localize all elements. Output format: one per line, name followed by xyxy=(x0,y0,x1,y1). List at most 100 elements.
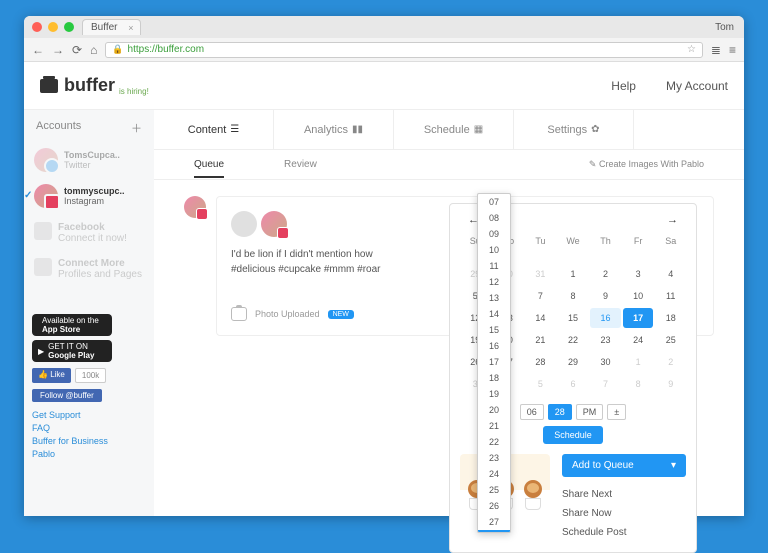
minute-option[interactable]: 11 xyxy=(478,258,510,274)
sidebar-account-twitter[interactable]: TomsCupca..Twitter xyxy=(32,144,146,176)
cal-day[interactable]: 1 xyxy=(623,352,654,372)
close-tab-icon[interactable]: × xyxy=(128,23,133,33)
tab-content[interactable]: Content☰ xyxy=(154,110,274,149)
cal-day[interactable]: 21 xyxy=(525,330,556,350)
ampm-select[interactable]: PM xyxy=(576,404,604,420)
window-minimize-icon[interactable] xyxy=(48,22,58,32)
cal-day[interactable] xyxy=(623,252,654,262)
cal-day[interactable]: 3 xyxy=(623,264,654,284)
minute-option[interactable]: 07 xyxy=(478,194,510,210)
minute-option[interactable]: 14 xyxy=(478,306,510,322)
home-icon[interactable]: ⌂ xyxy=(90,43,97,57)
minute-option[interactable]: 12 xyxy=(478,274,510,290)
minute-option[interactable]: 15 xyxy=(478,322,510,338)
cal-day[interactable]: 18 xyxy=(655,308,686,328)
minute-option[interactable]: 21 xyxy=(478,418,510,434)
minute-option[interactable]: 17 xyxy=(478,354,510,370)
cal-day[interactable]: 23 xyxy=(590,330,621,350)
cal-day[interactable]: 15 xyxy=(558,308,589,328)
cal-day[interactable]: 6 xyxy=(558,374,589,394)
cal-day[interactable]: 28 xyxy=(525,352,556,372)
cal-day[interactable]: 22 xyxy=(558,330,589,350)
minute-option[interactable]: 20 xyxy=(478,402,510,418)
googleplay-badge[interactable]: ▶GET IT ONGoogle Play xyxy=(32,340,112,362)
connect-facebook[interactable]: FacebookConnect it now! xyxy=(32,218,146,248)
link-business[interactable]: Buffer for Business xyxy=(32,436,146,446)
cal-day[interactable]: 10 xyxy=(623,286,654,306)
minute-option[interactable]: 08 xyxy=(478,210,510,226)
minute-option[interactable]: 27 xyxy=(478,514,510,530)
share-next-option[interactable]: Share Next xyxy=(562,485,686,504)
address-input[interactable]: 🔒 https://buffer.com ☆ xyxy=(105,42,703,58)
cal-day[interactable]: 2 xyxy=(655,352,686,372)
schedule-post-option[interactable]: Schedule Post xyxy=(562,523,686,542)
minute-option[interactable]: 23 xyxy=(478,450,510,466)
tz-select[interactable]: ± xyxy=(607,404,626,420)
link-pablo[interactable]: Pablo xyxy=(32,449,146,459)
bookmark-icon[interactable]: ☆ xyxy=(687,44,696,55)
compose-text[interactable]: I'd be lion if I didn't mention how #del… xyxy=(231,247,411,277)
cal-day[interactable]: 25 xyxy=(655,330,686,350)
cal-day[interactable]: 11 xyxy=(655,286,686,306)
logo[interactable]: buffer is hiring! xyxy=(40,75,149,96)
cal-day[interactable]: 7 xyxy=(525,286,556,306)
camera-icon[interactable] xyxy=(231,307,247,321)
cal-day[interactable]: 14 xyxy=(525,308,556,328)
cal-day[interactable]: 31 xyxy=(525,264,556,284)
cal-day[interactable]: 24 xyxy=(623,330,654,350)
cal-day[interactable]: 17 xyxy=(623,308,654,328)
share-now-option[interactable]: Share Now xyxy=(562,504,686,523)
appstore-badge[interactable]: Available on theApp Store xyxy=(32,314,112,336)
minute-option[interactable]: 19 xyxy=(478,386,510,402)
minute-option[interactable]: 22 xyxy=(478,434,510,450)
minute-option[interactable]: 13 xyxy=(478,290,510,306)
browser-tab[interactable]: Buffer × xyxy=(82,19,141,35)
minute-option[interactable]: 25 xyxy=(478,482,510,498)
minute-option[interactable]: 24 xyxy=(478,466,510,482)
schedule-button[interactable]: Schedule xyxy=(543,426,603,444)
fb-follow-button[interactable]: Follow @buffer xyxy=(32,389,102,402)
cal-day[interactable] xyxy=(590,252,621,262)
cal-day[interactable]: 2 xyxy=(590,264,621,284)
subtab-review[interactable]: Review xyxy=(284,159,317,170)
minute-option[interactable]: 26 xyxy=(478,498,510,514)
cal-day[interactable]: 29 xyxy=(558,352,589,372)
tab-analytics[interactable]: Analytics▮▮ xyxy=(274,110,394,149)
cal-next-icon[interactable]: → xyxy=(667,214,678,226)
fb-like-button[interactable]: 👍 Like xyxy=(32,368,71,383)
minute-option[interactable]: 09 xyxy=(478,226,510,242)
minute-dropdown[interactable]: 0708091011121314151617181920212223242526… xyxy=(477,193,511,533)
cal-day[interactable]: 5 xyxy=(525,374,556,394)
cal-day[interactable] xyxy=(655,252,686,262)
minute-option[interactable]: 18 xyxy=(478,370,510,386)
cal-day[interactable]: 7 xyxy=(590,374,621,394)
cal-day[interactable]: 8 xyxy=(558,286,589,306)
cal-day[interactable]: 8 xyxy=(623,374,654,394)
tab-settings[interactable]: Settings✿ xyxy=(514,110,634,149)
cal-day[interactable]: 30 xyxy=(590,352,621,372)
link-faq[interactable]: FAQ xyxy=(32,423,146,433)
reload-icon[interactable]: ⟳ xyxy=(72,43,82,57)
menu-icon[interactable]: ≡ xyxy=(729,43,736,57)
cal-day[interactable] xyxy=(558,252,589,262)
subtab-queue[interactable]: Queue xyxy=(194,151,224,178)
window-maximize-icon[interactable] xyxy=(64,22,74,32)
connect-more[interactable]: Connect MoreProfiles and Pages xyxy=(32,254,146,284)
sidebar-account-instagram[interactable]: tommyscupc..Instagram xyxy=(32,180,146,212)
cal-day[interactable]: 1 xyxy=(558,264,589,284)
forward-icon[interactable]: → xyxy=(52,43,64,57)
cal-day[interactable]: 9 xyxy=(590,286,621,306)
pablo-link[interactable]: ✎ Create Images With Pablo xyxy=(589,159,704,170)
window-close-icon[interactable] xyxy=(32,22,42,32)
minute-option[interactable]: 10 xyxy=(478,242,510,258)
link-support[interactable]: Get Support xyxy=(32,410,146,420)
cal-day[interactable]: 9 xyxy=(655,374,686,394)
help-link[interactable]: Help xyxy=(611,79,636,93)
compose-card[interactable]: I'd be lion if I didn't mention how #del… xyxy=(216,196,714,336)
add-to-queue-button[interactable]: Add to Queue▾ xyxy=(562,454,686,477)
minute-option[interactable]: 16 xyxy=(478,338,510,354)
cal-day[interactable]: 16 xyxy=(590,308,621,328)
hour-select[interactable]: 06 xyxy=(520,404,544,420)
cal-day[interactable]: 4 xyxy=(655,264,686,284)
extensions-icon[interactable]: ≣ xyxy=(711,43,721,57)
